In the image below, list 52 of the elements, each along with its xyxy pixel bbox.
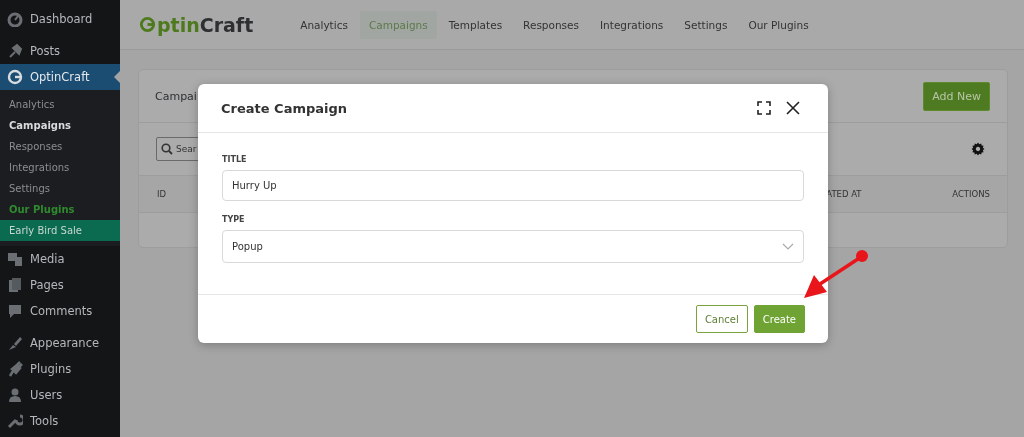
submenu-item[interactable]: Our Plugins	[0, 199, 120, 220]
sidebar-item[interactable]: Tools	[0, 408, 120, 434]
nav-tab[interactable]: Integrations	[591, 10, 673, 39]
pages-icon	[7, 277, 23, 293]
brand-logo: ptinCraft	[139, 13, 254, 36]
nav-tab[interactable]: Our Plugins	[739, 10, 818, 39]
nav-tab[interactable]: Analytics	[291, 10, 357, 39]
pointer-arrow	[804, 250, 868, 298]
column-header: ID	[157, 189, 168, 199]
nav-tab[interactable]: Responses	[514, 10, 588, 39]
sidebar-item[interactable]: Media	[0, 246, 120, 272]
speech-bubble-icon	[7, 303, 23, 319]
sidebar-item[interactable]: Users	[0, 382, 120, 408]
card-title: Campai	[155, 89, 197, 103]
sidebar-item[interactable]: Plugins	[0, 356, 120, 382]
sidebar-item[interactable]: Posts	[0, 38, 120, 64]
search-icon	[161, 143, 173, 155]
field-label: TYPE	[222, 215, 246, 224]
add-new-button[interactable]: Add New	[923, 81, 990, 111]
media-icon	[7, 251, 23, 267]
sidebar-item[interactable]: Comments	[0, 298, 120, 324]
dialog-title: Create Campaign	[221, 100, 348, 116]
sidebar-item[interactable]: Dashboard	[0, 6, 120, 32]
column-header: ACTIONS	[952, 189, 990, 199]
title-field[interactable]: Hurry Up	[222, 170, 804, 201]
type-select[interactable]: Popup	[222, 230, 804, 263]
chevron-down-icon	[782, 242, 794, 251]
brush-icon	[7, 335, 23, 351]
create-button[interactable]: Create	[753, 305, 805, 333]
pin-icon	[7, 43, 23, 59]
cancel-button[interactable]: Cancel	[695, 305, 748, 333]
sidebar-item[interactable]: Pages	[0, 272, 120, 298]
close-icon[interactable]	[786, 101, 800, 115]
ring-icon	[139, 16, 156, 33]
submenu-item[interactable]: Integrations	[0, 157, 120, 178]
submenu-item[interactable]: Analytics	[0, 94, 120, 115]
gauge-icon	[7, 11, 23, 27]
user-icon	[7, 387, 23, 403]
submenu-item[interactable]: Campaigns	[0, 115, 120, 136]
wrench-icon	[7, 413, 23, 429]
plug-icon	[7, 361, 23, 377]
promo-link[interactable]: Early Bird Sale	[0, 220, 120, 241]
settings-icon[interactable]	[971, 142, 985, 156]
ring-icon	[7, 69, 23, 85]
submenu-item[interactable]: Settings	[0, 178, 120, 199]
nav-tab[interactable]: Templates	[439, 10, 512, 39]
sidebar-item[interactable]: OptinCraft	[0, 64, 120, 90]
field-label: TITLE	[222, 155, 248, 164]
nav-tab[interactable]: Settings	[675, 10, 737, 39]
sidebar-item[interactable]: Appearance	[0, 330, 120, 356]
expand-icon[interactable]	[757, 101, 771, 115]
submenu-item[interactable]: Responses	[0, 136, 120, 157]
